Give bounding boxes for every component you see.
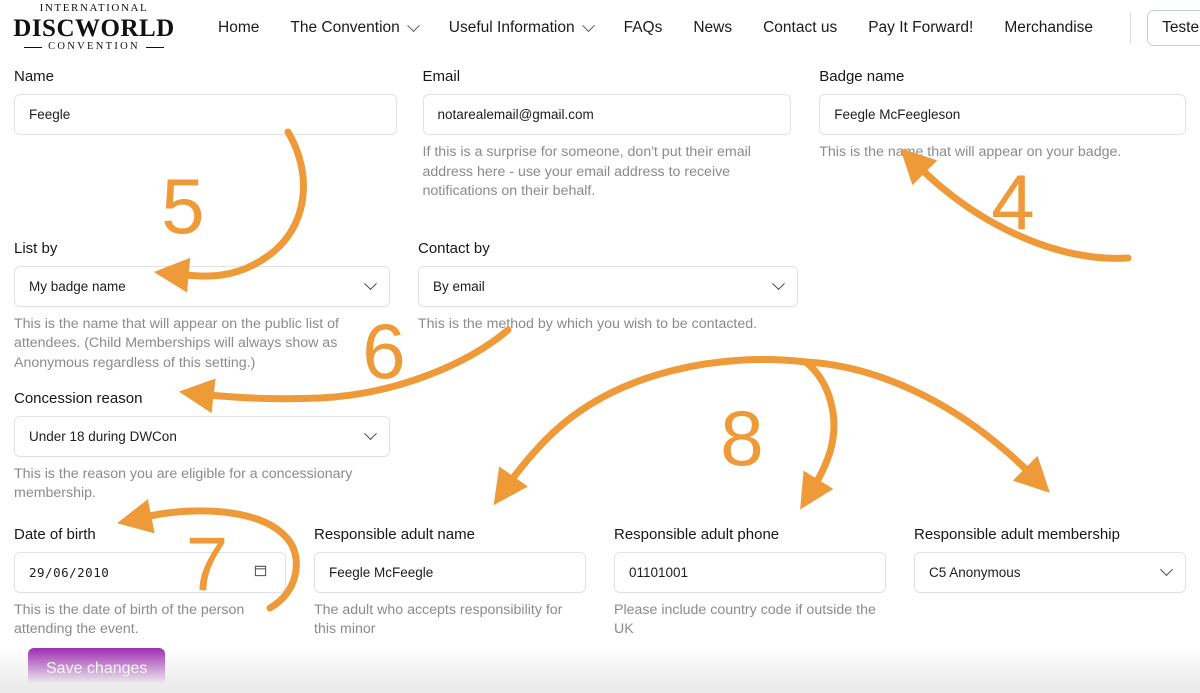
form-row-concession: Concession reason Under 18 during DWCon …: [14, 390, 1186, 504]
field-date-of-birth: Date of birth 29/06/2010 This is the dat…: [14, 526, 286, 640]
email-help-text: If this is a surprise for someone, don't…: [422, 144, 751, 200]
responsible-adult-name-value: Feegle McFeegle: [329, 564, 434, 580]
site-header: INTERNATIONAL DISCWORLD CONVENTION Home …: [0, 0, 1200, 56]
responsible-adult-name-label: Responsible adult name: [314, 525, 475, 543]
membership-form: Name Feegle Email notarealemail@gmail.co…: [0, 68, 1200, 640]
date-of-birth-label: Date of birth: [14, 525, 96, 543]
chevron-down-icon: [364, 426, 377, 440]
nav-item-merchandise[interactable]: Merchandise: [1004, 13, 1093, 43]
nav-item-label: Pay It Forward!: [868, 19, 974, 36]
name-value: Feegle: [29, 107, 71, 122]
field-responsible-adult-phone: Responsible adult phone 01101001 Please …: [614, 526, 886, 640]
field-email: Email notarealemail@gmail.com If this is…: [422, 68, 792, 202]
email-value: notarealemail@gmail.com: [437, 107, 594, 122]
badge-name-value: Feegle McFeegleson: [834, 107, 961, 122]
contact-by-help-text: This is the method by which you wish to …: [418, 315, 758, 332]
name-label: Name: [14, 68, 55, 85]
concession-reason-value: Under 18 during DWCon: [29, 428, 177, 444]
field-list-by: List by My badge name This is the name t…: [14, 240, 390, 374]
field-responsible-adult-name: Responsible adult name Feegle McFeegle T…: [314, 526, 586, 640]
field-name: Name Feegle: [14, 68, 397, 202]
contact-by-select[interactable]: By email: [418, 265, 798, 307]
form-row-listing: List by My badge name This is the name t…: [14, 240, 1186, 374]
nav-divider: [1130, 13, 1132, 43]
responsible-adult-membership-select[interactable]: C5 Anonymous: [914, 551, 1186, 593]
nav-item-label: News: [693, 19, 733, 36]
responsible-adult-name-input[interactable]: Feegle McFeegle: [314, 551, 586, 593]
nav-item-news[interactable]: News: [693, 13, 732, 43]
page-bottom-gradient: [0, 647, 1200, 693]
nav-item-label: Home: [218, 19, 260, 36]
responsible-adult-phone-label: Responsible adult phone: [614, 525, 780, 543]
main-navigation: Home The Convention Useful Information F…: [218, 10, 1200, 46]
chevron-down-icon: [1160, 563, 1173, 576]
field-contact-by: Contact by By email This is the method b…: [418, 240, 798, 374]
email-input[interactable]: notarealemail@gmail.com: [422, 94, 792, 135]
nav-item-label: Useful Information: [448, 19, 575, 36]
save-changes-button[interactable]: Save changes: [28, 648, 166, 690]
chevron-down-icon: [364, 277, 377, 290]
list-by-select[interactable]: My badge name: [14, 265, 390, 307]
date-of-birth-value: 29/06/2010: [29, 564, 110, 580]
user-menu-button[interactable]: Tester: [1147, 10, 1200, 46]
badge-name-help-text: This is the name that will appear on you…: [819, 144, 1122, 160]
responsible-adult-phone-input[interactable]: 01101001: [614, 551, 886, 593]
field-badge-name: Badge name Feegle McFeegleson This is th…: [819, 68, 1186, 202]
responsible-adult-membership-label: Responsible adult membership: [914, 525, 1120, 543]
calendar-picker-icon[interactable]: [254, 564, 267, 580]
list-by-help-text: This is the name that will appear on the…: [14, 315, 339, 371]
responsible-adult-phone-value: 01101001: [629, 564, 689, 580]
list-by-value: My badge name: [29, 278, 126, 294]
date-of-birth-help-text: This is the date of birth of the person …: [14, 601, 245, 638]
email-label: Email: [422, 68, 461, 85]
contact-by-value: By email: [433, 278, 485, 294]
nav-item-label: The Convention: [290, 19, 400, 36]
nav-item-pay-it-forward[interactable]: Pay It Forward!: [868, 13, 973, 43]
field-concession-reason: Concession reason Under 18 during DWCon …: [14, 390, 390, 504]
site-logo[interactable]: INTERNATIONAL DISCWORLD CONVENTION: [13, 2, 175, 53]
date-of-birth-input[interactable]: 29/06/2010: [14, 551, 286, 593]
form-row-identity: Name Feegle Email notarealemail@gmail.co…: [14, 68, 1186, 202]
nav-item-contact-us[interactable]: Contact us: [763, 13, 837, 43]
concession-reason-label: Concession reason: [14, 389, 143, 407]
field-responsible-adult-membership: Responsible adult membership C5 Anonymou…: [914, 526, 1186, 640]
responsible-adult-phone-help-text: Please include country code if outside t…: [614, 601, 876, 638]
form-row-responsible-adult: Date of birth 29/06/2010 This is the dat…: [14, 526, 1186, 640]
chevron-down-icon: [772, 277, 785, 290]
chevron-down-icon: [406, 18, 420, 32]
logo-line-discworld: DISCWORLD: [13, 15, 175, 43]
responsible-adult-name-help-text: The adult who accepts responsibility for…: [314, 601, 563, 638]
list-by-label: List by: [14, 239, 58, 257]
nav-item-faqs[interactable]: FAQs: [624, 13, 663, 43]
nav-item-label: FAQs: [623, 19, 663, 36]
contact-by-label: Contact by: [418, 239, 490, 257]
chevron-down-icon: [581, 18, 595, 32]
page-root: INTERNATIONAL DISCWORLD CONVENTION Home …: [0, 0, 1200, 693]
logo-line-international: INTERNATIONAL: [39, 2, 149, 15]
concession-reason-select[interactable]: Under 18 during DWCon: [14, 415, 390, 457]
nav-item-useful-information[interactable]: Useful Information: [448, 13, 595, 43]
nav-item-label: Merchandise: [1004, 19, 1094, 36]
responsible-adult-membership-value: C5 Anonymous: [929, 564, 1021, 580]
nav-item-home[interactable]: Home: [218, 13, 259, 43]
nav-item-label: Contact us: [763, 19, 838, 36]
nav-item-the-convention[interactable]: The Convention: [290, 13, 420, 43]
badge-name-input[interactable]: Feegle McFeegleson: [819, 94, 1186, 135]
logo-line-convention: CONVENTION: [24, 42, 164, 53]
concession-reason-help-text: This is the reason you are eligible for …: [14, 465, 353, 502]
user-menu-label: Tester: [1162, 19, 1200, 36]
name-input[interactable]: Feegle: [14, 94, 397, 135]
badge-name-label: Badge name: [819, 68, 905, 85]
